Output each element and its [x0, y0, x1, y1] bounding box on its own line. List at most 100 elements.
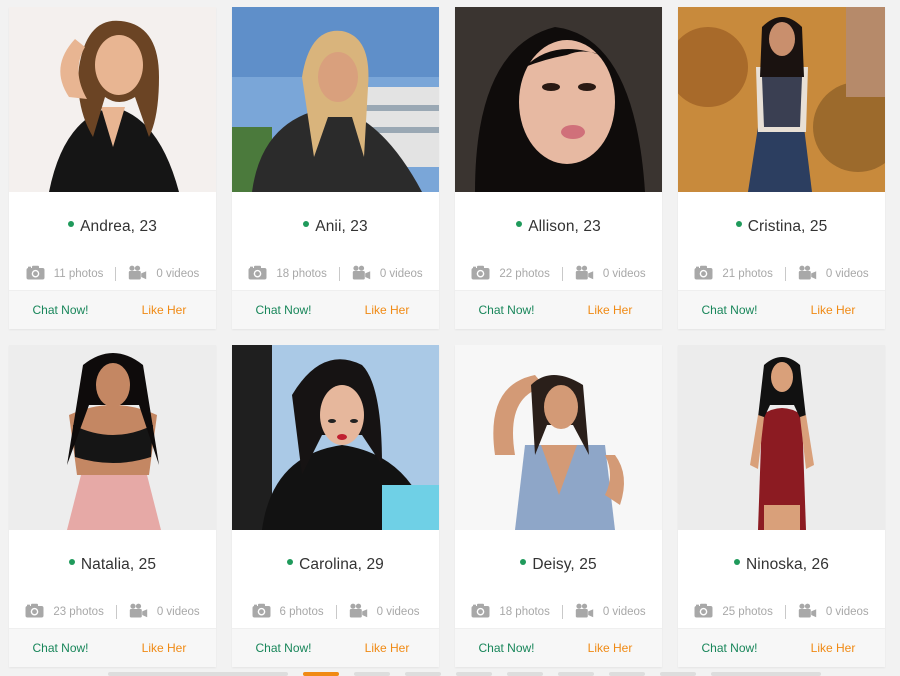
profile-name-row: Cristina, 25	[678, 192, 885, 262]
chat-now-button[interactable]: Chat Now!	[678, 291, 781, 329]
pagination-item[interactable]	[456, 672, 492, 676]
chat-now-button[interactable]: Chat Now!	[9, 291, 112, 329]
profile-stats: 25 photos 0 videos	[678, 600, 885, 624]
pagination-item[interactable]	[558, 672, 594, 676]
videos-count: 0 videos	[128, 265, 199, 283]
online-status-dot	[735, 221, 742, 227]
camera-icon	[694, 265, 722, 283]
videos-count-label: 0 videos	[376, 606, 420, 618]
video-camera-icon	[352, 265, 380, 283]
videos-count: 0 videos	[129, 603, 200, 621]
profile-photo[interactable]	[678, 345, 885, 530]
chat-now-button[interactable]: Chat Now!	[455, 629, 558, 667]
profile-photo[interactable]	[232, 345, 439, 530]
photos-count-label: 11 photos	[53, 268, 104, 280]
profile-name: Natalia, 25	[80, 556, 157, 573]
profile-name-row: Carolina, 29	[232, 530, 439, 600]
profile-name-row: Anii, 23	[232, 192, 439, 262]
profile-name: Andrea, 23	[80, 218, 157, 235]
stats-divider	[335, 605, 337, 619]
profile-name: Allison, 23	[528, 218, 601, 235]
stats-divider	[338, 267, 340, 281]
chat-now-button[interactable]: Chat Now!	[9, 629, 112, 667]
videos-count-label: 0 videos	[602, 606, 646, 618]
like-her-button[interactable]: Like Her	[112, 629, 216, 667]
photos-count-label: 6 photos	[279, 606, 324, 618]
videos-count: 0 videos	[575, 265, 646, 283]
like-her-button[interactable]: Like Her	[335, 291, 439, 329]
profile-name-row: Allison, 23	[455, 192, 662, 262]
camera-icon	[471, 603, 499, 621]
profile-photo[interactable]	[9, 345, 216, 530]
videos-count-label: 0 videos	[156, 268, 200, 280]
chat-now-button[interactable]: Chat Now!	[678, 629, 781, 667]
pagination-item[interactable]	[507, 672, 543, 676]
profile-photo[interactable]	[9, 7, 216, 192]
camera-icon	[26, 265, 54, 283]
online-status-dot	[287, 559, 294, 565]
profile-photo[interactable]	[232, 7, 439, 192]
online-status-dot	[68, 221, 75, 227]
profile-card[interactable]: Deisy, 25 18 photos 0 videos Chat Now! L…	[455, 345, 662, 667]
videos-count-label: 0 videos	[379, 268, 423, 280]
profile-card[interactable]: Andrea, 23 11 photos 0 videos Chat Now! …	[9, 7, 216, 329]
profile-photo[interactable]	[455, 7, 662, 192]
like-her-button[interactable]: Like Her	[781, 291, 885, 329]
chat-now-button[interactable]: Chat Now!	[232, 291, 335, 329]
pagination-item[interactable]	[660, 672, 696, 676]
like-her-button[interactable]: Like Her	[112, 291, 216, 329]
video-camera-icon	[349, 603, 377, 621]
profile-name-row: Ninoska, 26	[678, 530, 885, 600]
stats-divider	[784, 267, 786, 281]
photos-count: 11 photos	[26, 265, 104, 283]
chat-now-button[interactable]: Chat Now!	[455, 291, 558, 329]
pagination-item-active[interactable]	[303, 672, 339, 676]
profile-photo[interactable]	[455, 345, 662, 530]
videos-count-label: 0 videos	[602, 268, 646, 280]
like-her-button[interactable]: Like Her	[558, 629, 662, 667]
profile-name: Anii, 23	[315, 218, 368, 235]
photos-count: 23 photos	[25, 603, 104, 621]
profile-card[interactable]: Natalia, 25 23 photos 0 videos Chat Now!…	[9, 345, 216, 667]
photos-count: 6 photos	[252, 603, 324, 621]
videos-count: 0 videos	[352, 265, 423, 283]
profile-card[interactable]: Carolina, 29 6 photos 0 videos Chat Now!…	[232, 345, 439, 667]
profile-photo[interactable]	[678, 7, 885, 192]
profile-card[interactable]: Allison, 23 22 photos 0 videos Chat Now!…	[455, 7, 662, 329]
photos-count: 18 photos	[471, 603, 550, 621]
videos-count: 0 videos	[349, 603, 420, 621]
stats-divider	[784, 605, 786, 619]
pagination-item[interactable]	[108, 672, 288, 676]
like-her-button[interactable]: Like Her	[781, 629, 885, 667]
profile-card[interactable]: Anii, 23 18 photos 0 videos Chat Now! Li…	[232, 7, 439, 329]
profile-stats: 21 photos 0 videos	[678, 262, 885, 286]
profile-card[interactable]: Cristina, 25 21 photos 0 videos Chat Now…	[678, 7, 885, 329]
videos-count: 0 videos	[798, 603, 869, 621]
profile-name: Ninoska, 26	[746, 556, 829, 573]
profile-actions: Chat Now! Like Her	[232, 628, 439, 667]
profile-card[interactable]: Ninoska, 26 25 photos 0 videos Chat Now!…	[678, 345, 885, 667]
online-status-dot	[68, 559, 75, 565]
video-camera-icon	[575, 265, 603, 283]
profile-stats: 18 photos 0 videos	[455, 600, 662, 624]
like-her-button[interactable]: Like Her	[558, 291, 662, 329]
pagination-item[interactable]	[609, 672, 645, 676]
photos-count: 18 photos	[248, 265, 327, 283]
photos-count-label: 21 photos	[722, 268, 773, 280]
stats-divider	[115, 605, 117, 619]
photos-count: 21 photos	[694, 265, 773, 283]
stats-divider	[561, 605, 563, 619]
photos-count-label: 25 photos	[722, 606, 773, 618]
pagination-bar	[0, 672, 900, 676]
camera-icon	[471, 265, 499, 283]
like-her-button[interactable]: Like Her	[335, 629, 439, 667]
profile-name: Cristina, 25	[747, 218, 828, 235]
chat-now-button[interactable]: Chat Now!	[232, 629, 335, 667]
pagination-item[interactable]	[711, 672, 821, 676]
profile-actions: Chat Now! Like Her	[455, 290, 662, 329]
profile-actions: Chat Now! Like Her	[678, 628, 885, 667]
pagination-item[interactable]	[354, 672, 390, 676]
profile-stats: 11 photos 0 videos	[9, 262, 216, 286]
pagination-item[interactable]	[405, 672, 441, 676]
camera-icon	[248, 265, 276, 283]
